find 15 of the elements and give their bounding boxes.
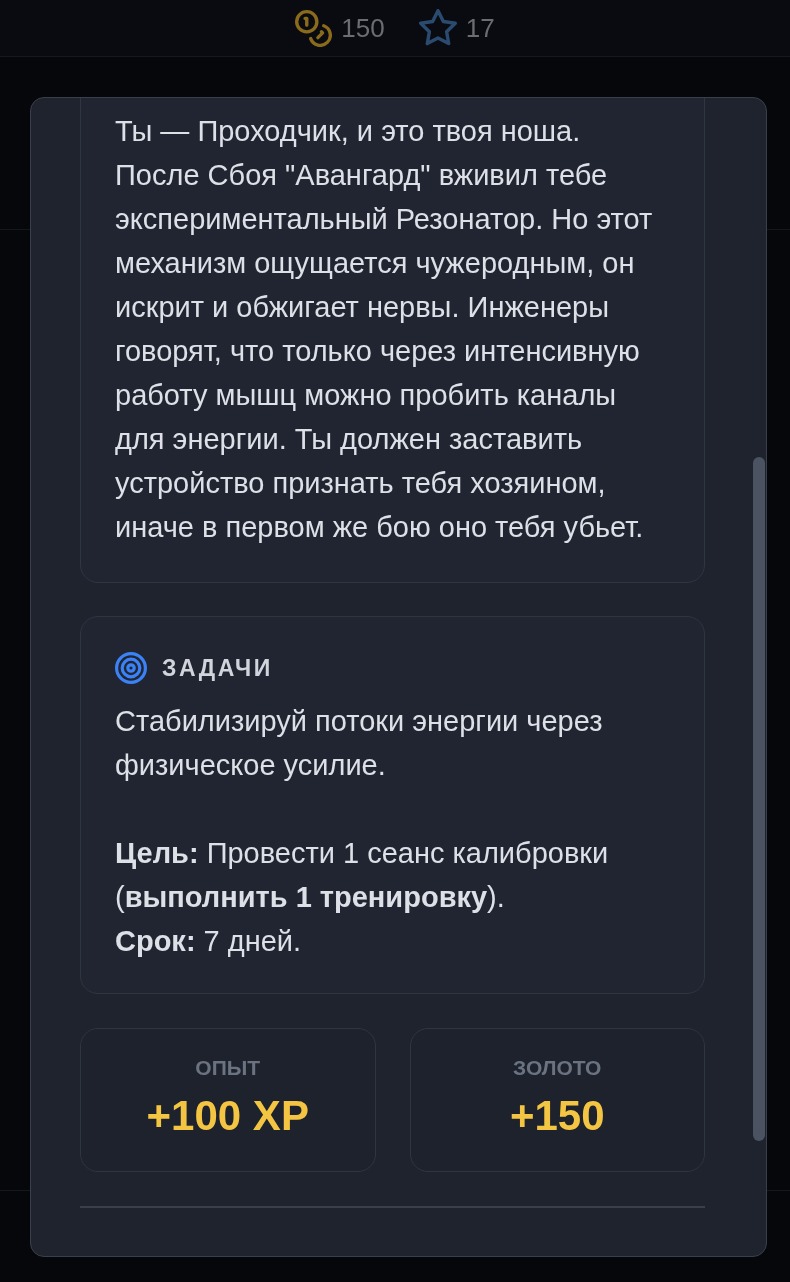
coins-icon [295,9,333,47]
reward-label: ОПЫТ [195,1055,261,1081]
star-icon [418,9,457,47]
target-icon [115,652,147,684]
coins-count: 150 [341,11,385,45]
reward-value: +100 XP [146,1091,309,1141]
scrollbar-thumb[interactable] [753,457,765,1141]
task-goal: Цель: Провести 1 сеанс калибровки (выполнить 1 тренировку). [115,836,610,915]
reward-value: +150 [509,1091,605,1141]
task-description: Стабилизируй потоки энергии через физическое усилие. [115,704,604,783]
story-text: Ты — Проходчик, и это твоя ноша. После Сбоя "Авангард" вживил тебе экспериментальный Резонатор. Но этот механизм ощущается чужеродным, он искрит и обжигает нервы. Инженеры говорят, что только через интенсивную работу мышц можно пробить каналы для энергии. Ты должен заставить устройство признать тебя хозяином, иначе в первом же бою оно тебя убьет. [115,114,654,545]
stars-count: 17 [465,11,495,45]
reward-label: ЗОЛОТО [513,1055,602,1081]
tasks-heading: ЗАДАЧИ [162,653,273,683]
task-deadline: Срок: 7 дней. [115,924,303,959]
